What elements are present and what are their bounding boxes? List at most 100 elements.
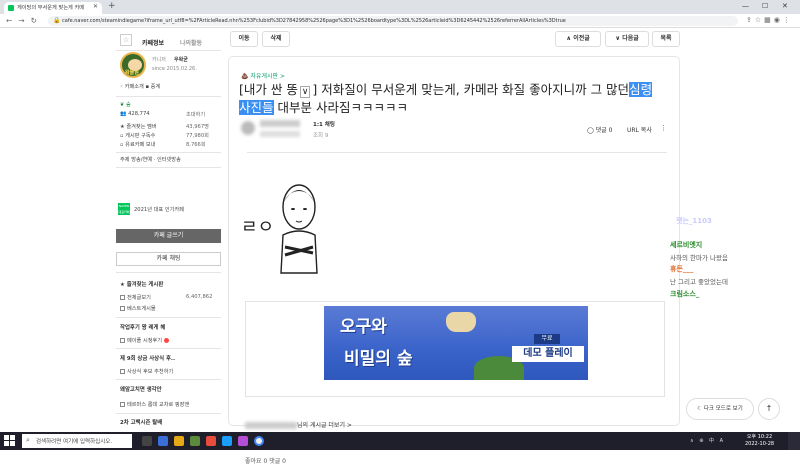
cafe-intro-link[interactable]: ◦ 카페소개 ▪ 중계 bbox=[120, 83, 160, 90]
taskbar-search[interactable]: ⌕ 검색하려면 여기에 입력하십시오. bbox=[22, 434, 132, 448]
cafe-topic[interactable]: 주제 방송/연예 · 인터넷방송 bbox=[120, 156, 181, 163]
comment-count[interactable]: ◯ 댓글 0 bbox=[587, 125, 612, 134]
board-item[interactable]: 사상식 후보 추천하기 bbox=[120, 368, 173, 375]
profile-icon: ◉ bbox=[773, 16, 783, 24]
free-badge: 무료 bbox=[534, 334, 560, 344]
taskbar-clock[interactable]: 오후 10:22 2022-10-28 bbox=[745, 434, 774, 448]
manager-label: 카니저 bbox=[152, 57, 166, 63]
new-tab-button[interactable]: + bbox=[108, 1, 116, 11]
system-tray[interactable]: ∧ ⊕ 中 A bbox=[690, 437, 725, 444]
comic-image: ㄹㅇ bbox=[241, 184, 318, 274]
member-count[interactable]: 👥 428,774 초대하기 bbox=[120, 111, 205, 118]
omnibox[interactable]: 🔒 cafe.naver.com/steamindiegame?iframe_u… bbox=[48, 16, 738, 26]
maximize-button[interactable]: ☐ bbox=[762, 2, 768, 10]
lock-icon[interactable]: 🔒 bbox=[53, 17, 60, 24]
board-item[interactable]: 베스트게시물 bbox=[120, 305, 156, 312]
article-area: 이동 삭제 ∧ 이전글 ∨ 다음글 목록 💩 자유게시판 > [내가 싼 똥 ∨]… bbox=[228, 28, 680, 465]
demo-play-button[interactable]: 데모 플레이 bbox=[512, 346, 584, 362]
section-title: 작업후기 왕 레게 헤 bbox=[120, 325, 166, 331]
browser-tab[interactable]: 게이밍의 무서운게 맞는게 카메 ✕ bbox=[4, 2, 102, 14]
banner-image[interactable]: 오구와 비밀의 숲 무료 데모 플레이 bbox=[324, 306, 588, 380]
dark-mode-button[interactable]: ☾ 다크 모드로 보기 bbox=[686, 398, 754, 420]
cafe-avatar[interactable]: 왁물원 bbox=[120, 52, 146, 78]
forward-icon: → bbox=[18, 16, 31, 25]
close-window-button[interactable]: ✕ bbox=[782, 2, 788, 10]
like-comment-bar[interactable]: 좋아요 0 댓글 0 bbox=[245, 456, 286, 465]
extensions-icon: ▦ bbox=[764, 16, 774, 24]
prev-post-button[interactable]: ∧ 이전글 bbox=[555, 31, 601, 47]
board-item[interactable]: 테르마스 롬데 교차로 핑장앤 bbox=[120, 401, 189, 408]
file-explorer-icon[interactable] bbox=[174, 436, 184, 446]
chat-link[interactable]: 1:1 채팅 bbox=[313, 120, 335, 128]
chat-message: 난 그리고 좋았었는데 bbox=[670, 278, 728, 286]
cafe-grade: ❦ 숲 bbox=[120, 102, 131, 108]
title-dropdown-icon[interactable]: ∨ bbox=[299, 86, 311, 98]
edge-icon[interactable] bbox=[158, 436, 168, 446]
board-item[interactable]: 전체글보기 6,407,862 bbox=[120, 294, 212, 301]
section-title: 왜앞고치면 생각안 bbox=[120, 387, 162, 393]
invite-link: 초대하기 bbox=[186, 112, 206, 118]
more-icon[interactable]: ⋮ bbox=[660, 124, 667, 132]
windows-start-icon[interactable] bbox=[4, 435, 15, 446]
author-avatar[interactable] bbox=[241, 121, 255, 135]
pot-character bbox=[446, 312, 476, 332]
chat-message: 사하의 한마가 나왔음 bbox=[670, 254, 728, 262]
url-copy-button[interactable]: URL 복사 bbox=[627, 125, 652, 134]
sidebar-tabs: ☆ 카페정보 나의활동 bbox=[116, 32, 221, 48]
url-text[interactable]: cafe.naver.com/steamindiegame?iframe_url… bbox=[62, 18, 566, 24]
reload-icon: ↻ bbox=[30, 16, 43, 25]
game-banner-ad[interactable]: 오구와 비밀의 숲 무료 데모 플레이 bbox=[245, 301, 665, 397]
svg-text:ㄹㅇ: ㄹㅇ bbox=[241, 217, 274, 238]
tab-strip: 게이밍의 무서운게 맞는게 카메 ✕ + — ☐ ✕ bbox=[0, 0, 800, 14]
author-name[interactable] bbox=[260, 120, 300, 127]
notification-icon[interactable] bbox=[788, 432, 800, 450]
app-icon[interactable] bbox=[206, 436, 216, 446]
comment-icon: ◯ bbox=[587, 127, 594, 134]
windows-taskbar: ⌕ 검색하려면 여기에 입력하십시오. ∧ ⊕ 中 A 오후 10:22 2022… bbox=[0, 432, 800, 450]
close-tab-icon[interactable]: ✕ bbox=[93, 3, 98, 10]
board-item[interactable]: 메이플 시청후기 bbox=[120, 337, 170, 344]
minimize-button[interactable]: — bbox=[742, 2, 749, 10]
next-post-button[interactable]: ∨ 다음글 bbox=[605, 31, 649, 47]
post-date bbox=[260, 131, 300, 137]
delete-button[interactable]: 삭제 bbox=[262, 31, 290, 47]
app-icon[interactable] bbox=[238, 436, 248, 446]
move-button[interactable]: 이동 bbox=[230, 31, 258, 47]
back-icon: ← bbox=[6, 16, 19, 25]
chat-username: 잿는_1103 bbox=[676, 217, 712, 225]
manager-name[interactable]: 우왁굳 bbox=[174, 56, 188, 63]
favorites-title: ★ 즐겨찾는 게시판 bbox=[120, 282, 164, 288]
cafe-sidebar: ☆ 카페정보 나의활동 왁물원 카니저 우왁굳 since 2015.02.26… bbox=[116, 28, 221, 426]
task-view-icon[interactable] bbox=[142, 436, 152, 446]
award-text[interactable]: 2021년 대표 인기카페 bbox=[134, 206, 184, 213]
stat-row: ▫ 유료카페 보내 8,766회 bbox=[120, 142, 206, 148]
since-date: since 2015.02.26. bbox=[152, 66, 197, 72]
minecraft-icon[interactable] bbox=[190, 436, 200, 446]
post-card: 💩 자유게시판 > [내가 싼 똥 ∨] 저화질이 무서운게 맞는게, 카메라 화… bbox=[228, 56, 680, 465]
tab-my-activity[interactable]: 나의활동 bbox=[180, 38, 202, 47]
poop-icon: 💩 bbox=[241, 73, 249, 80]
search-icon: ⌕ bbox=[26, 436, 30, 444]
moon-icon: ☾ bbox=[697, 406, 703, 412]
write-post-button[interactable]: 카페 글쓰기 bbox=[116, 229, 221, 243]
banner-title-2: 비밀의 숲 bbox=[344, 349, 413, 369]
steam-icon[interactable] bbox=[222, 436, 232, 446]
search-placeholder: 검색하려면 여기에 입력하십시오. bbox=[36, 439, 113, 445]
cafe-favicon bbox=[8, 5, 14, 11]
browser-toolbar-icons[interactable]: ⇪☆▦◉⋮ bbox=[746, 16, 793, 24]
scroll-top-button[interactable]: ↑ bbox=[758, 398, 780, 420]
section-title: 2차 고백시즌 탈배 bbox=[120, 420, 163, 426]
board-link[interactable]: 💩 자유게시판 > bbox=[241, 71, 285, 80]
cafe-chat-button[interactable]: 카페 채팅 bbox=[116, 252, 221, 266]
nav-buttons[interactable]: ←→↻ bbox=[6, 16, 43, 25]
tab-cafe-info[interactable]: 카페정보 bbox=[142, 38, 164, 47]
favorite-star-icon[interactable]: ☆ bbox=[120, 34, 132, 46]
chrome-icon[interactable] bbox=[254, 436, 264, 446]
banner-title-1: 오구와 bbox=[340, 317, 387, 337]
author-posts-link[interactable]: 님의 게시글 더보기 > bbox=[245, 420, 352, 429]
naver-badge: NAVER 대표카페 bbox=[118, 203, 130, 215]
section-title: 제 9회 상금 사상식 후.. bbox=[120, 356, 176, 362]
stat-row: ★ 즐겨찾는 멤버 43,967명 bbox=[120, 124, 209, 130]
tab-title: 게이밍의 무서운게 맞는게 카메 bbox=[17, 5, 84, 11]
list-button[interactable]: 목록 bbox=[652, 31, 680, 47]
